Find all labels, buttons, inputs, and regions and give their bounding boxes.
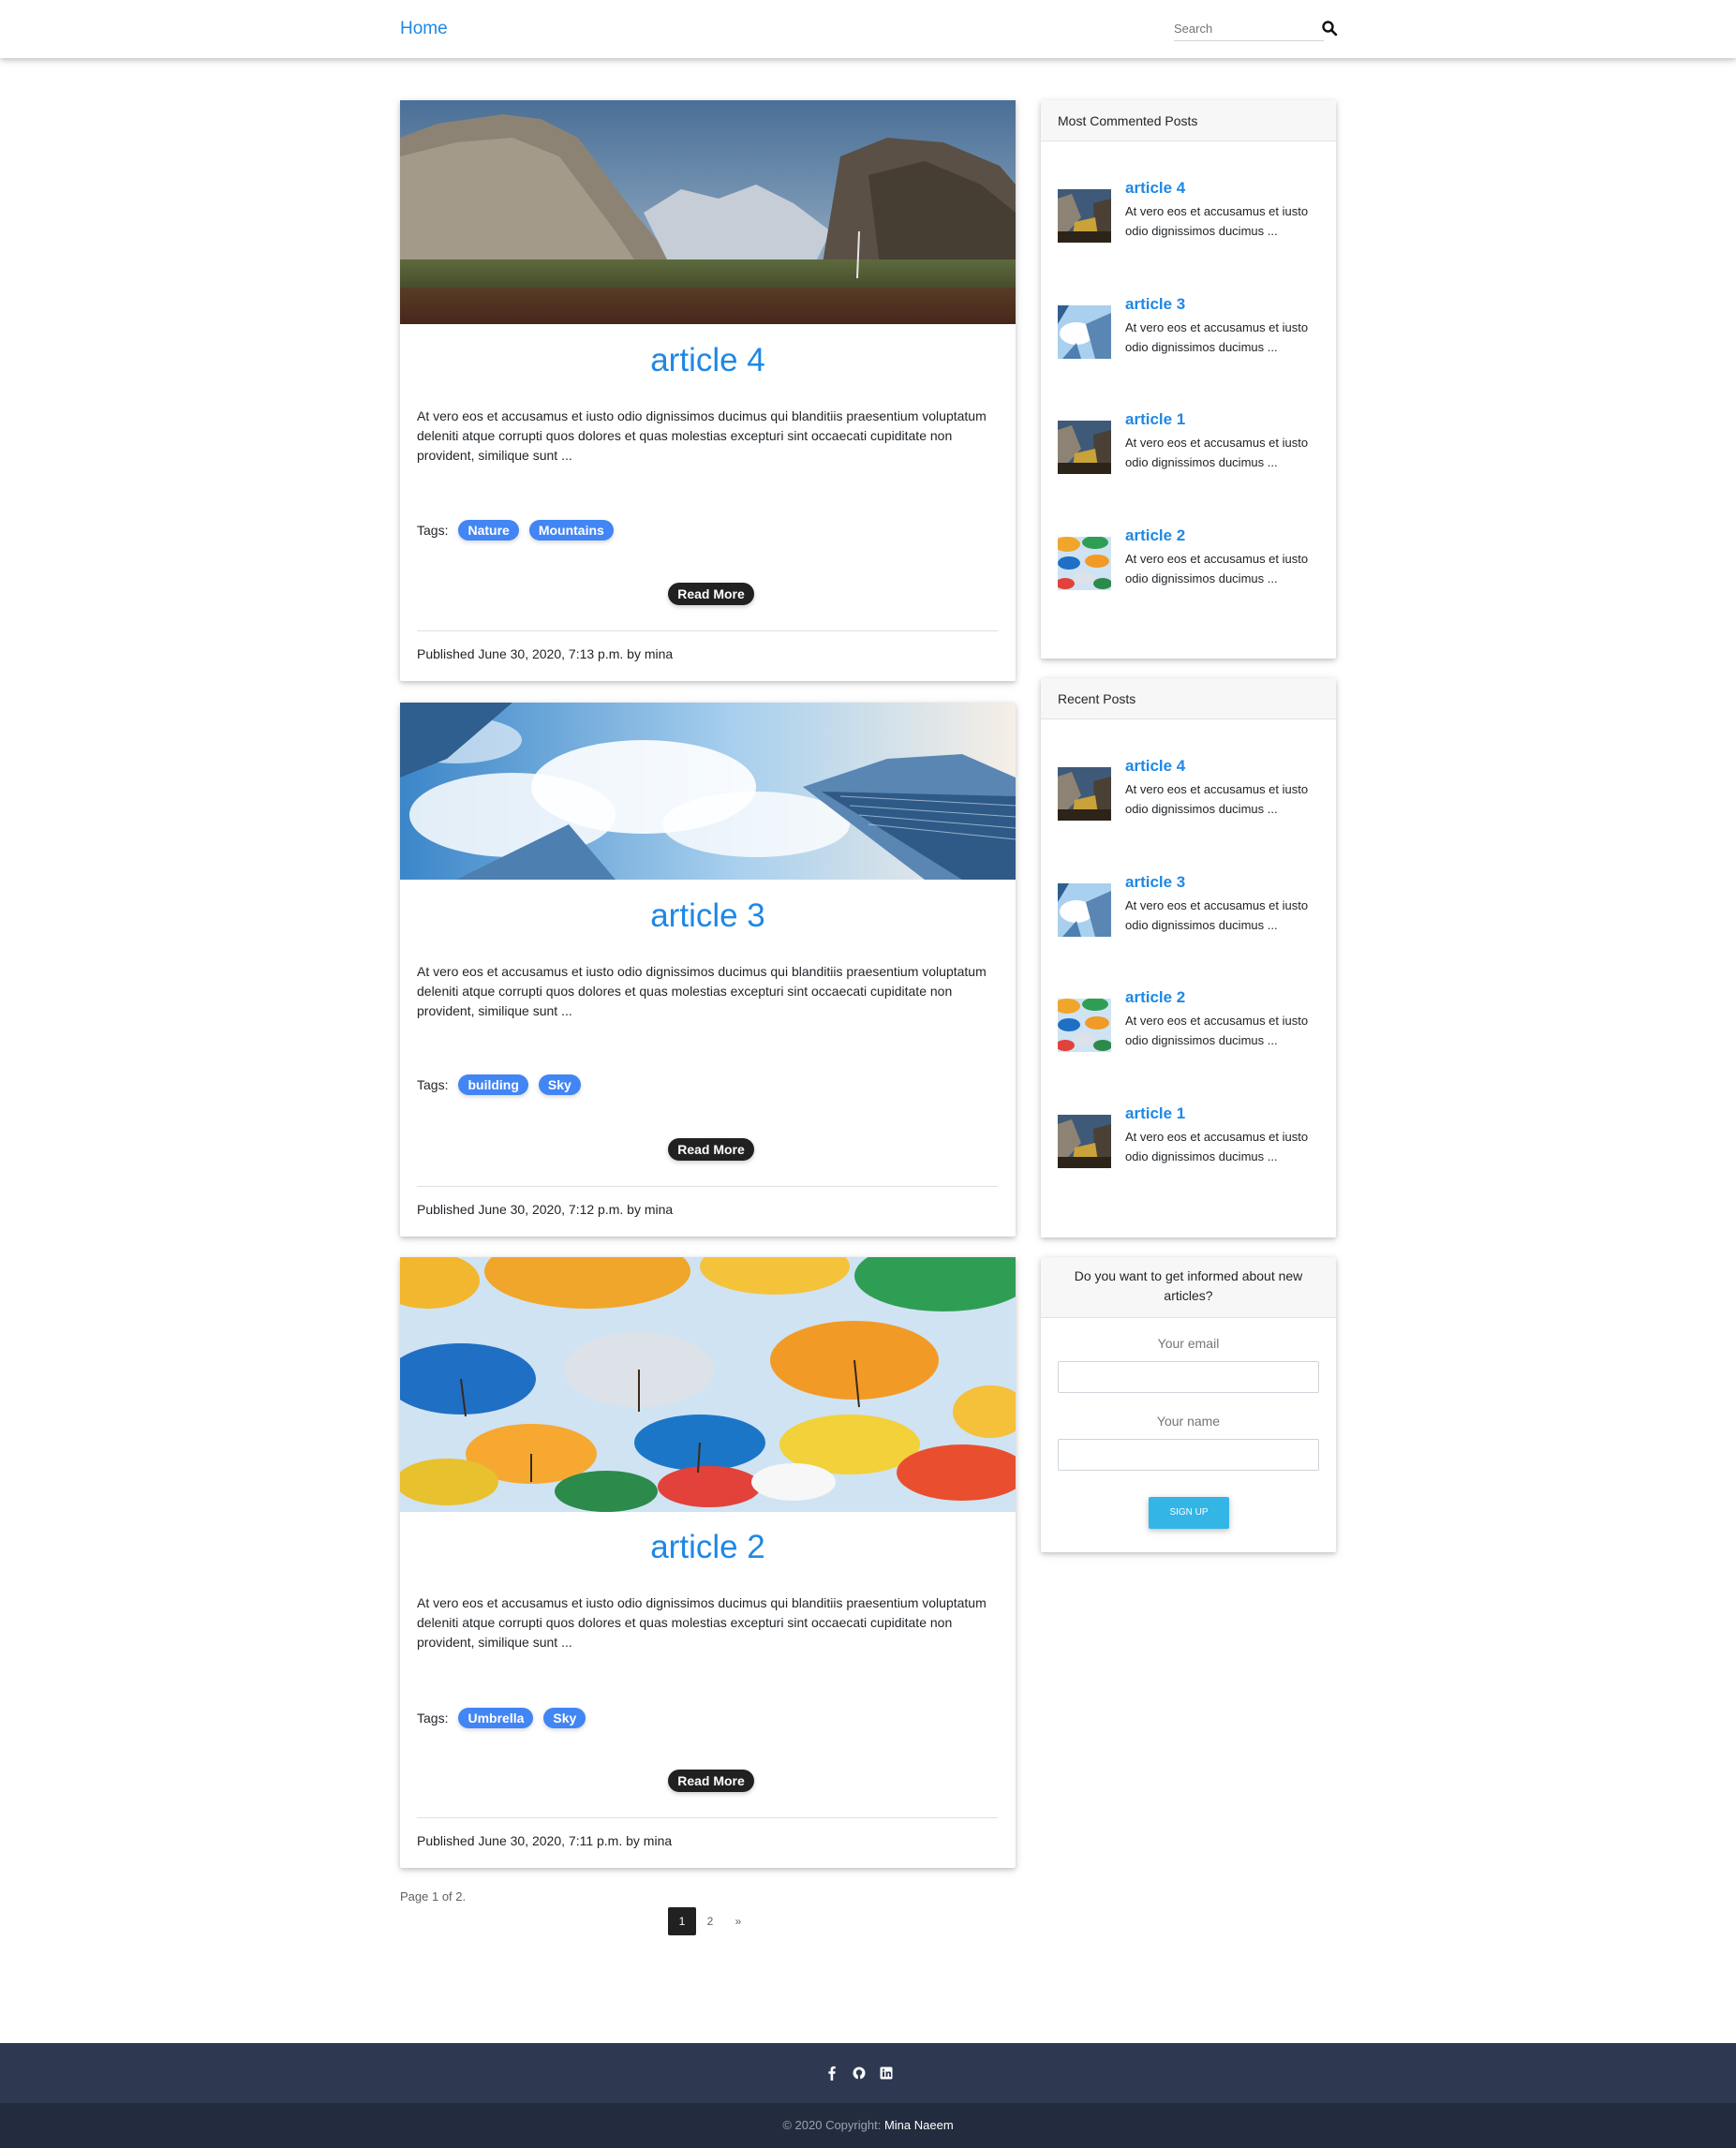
recent-posts-widget: Recent Posts article 4 At vero eos et ac… — [1041, 678, 1336, 1237]
side-post-thumbnail[interactable] — [1058, 305, 1111, 359]
side-post-item: article 1 At vero eos et accusamus et iu… — [1058, 1104, 1325, 1198]
side-post-item: article 4 At vero eos et accusamus et iu… — [1058, 757, 1325, 851]
side-post-title[interactable]: article 1 — [1125, 1104, 1185, 1123]
side-post-item: article 4 At vero eos et accusamus et iu… — [1058, 179, 1325, 273]
widget-title: Recent Posts — [1041, 678, 1336, 719]
newsletter-widget: Do you want to get informed about new ar… — [1041, 1257, 1336, 1552]
pagination: 1 2 » — [668, 1907, 752, 1935]
side-post-thumbnail[interactable] — [1058, 189, 1111, 243]
article-image-umbrellas[interactable] — [400, 1257, 1016, 1512]
article-published: Published June 30, 2020, 7:13 p.m. by mi… — [417, 646, 674, 661]
side-post-thumbnail[interactable] — [1058, 999, 1111, 1052]
page-info: Page 1 of 2. — [400, 1889, 467, 1904]
page-link[interactable]: 2 — [696, 1907, 724, 1935]
tag-badge[interactable]: Nature — [458, 520, 519, 541]
card-divider — [417, 630, 998, 631]
read-more-button[interactable]: Read More — [668, 1138, 754, 1161]
tag-badge[interactable]: Sky — [543, 1708, 586, 1728]
linkedin-icon[interactable] — [879, 2066, 894, 2081]
article-image-building[interactable] — [400, 703, 1016, 880]
widget-title: Most Commented Posts — [1041, 100, 1336, 141]
article-card: article 3 At vero eos et accusamus et iu… — [400, 703, 1016, 1237]
article-excerpt: At vero eos et accusamus et iusto odio d… — [417, 1595, 987, 1650]
name-field[interactable] — [1058, 1439, 1319, 1471]
side-post-thumbnail[interactable] — [1058, 767, 1111, 821]
search-icon[interactable] — [1321, 20, 1338, 37]
top-navbar: Home — [0, 0, 1736, 58]
side-post-title[interactable]: article 3 — [1125, 295, 1185, 314]
card-divider — [417, 1186, 998, 1187]
side-post-text: At vero eos et accusamus et iusto odio d… — [1125, 436, 1309, 469]
tag-badge[interactable]: Sky — [538, 1074, 581, 1095]
side-post-item: article 1 At vero eos et accusamus et iu… — [1058, 410, 1325, 504]
article-tags: Tags: building Sky — [417, 1074, 591, 1095]
side-post-item: article 3 At vero eos et accusamus et iu… — [1058, 873, 1325, 967]
tags-label: Tags: — [417, 1711, 449, 1726]
side-post-text: At vero eos et accusamus et iusto odio d… — [1125, 898, 1309, 932]
nav-home-link[interactable]: Home — [400, 19, 448, 39]
search-input[interactable] — [1174, 16, 1324, 40]
side-post-title[interactable]: article 2 — [1125, 526, 1185, 545]
most-commented-widget: Most Commented Posts article 4 At vero e… — [1041, 100, 1336, 659]
article-excerpt: At vero eos et accusamus et iusto odio d… — [417, 408, 987, 463]
article-card: article 2 At vero eos et accusamus et iu… — [400, 1257, 1016, 1868]
article-tags: Tags: Nature Mountains — [417, 520, 624, 541]
footer-copyright: © 2020 Copyright: Mina Naeem — [0, 2103, 1736, 2148]
name-label: Your name — [1156, 1414, 1221, 1429]
search-field — [1174, 16, 1324, 41]
copyright-text: © 2020 Copyright: — [782, 2118, 882, 2132]
article-published: Published June 30, 2020, 7:11 p.m. by mi… — [417, 1833, 673, 1848]
side-post-thumbnail[interactable] — [1058, 1115, 1111, 1168]
tags-label: Tags: — [417, 523, 449, 538]
card-divider — [417, 1817, 998, 1818]
copyright-owner-link[interactable]: Mina Naeem — [884, 2118, 954, 2132]
article-title[interactable]: article 3 — [400, 897, 1016, 935]
side-post-thumbnail[interactable] — [1058, 883, 1111, 937]
page-next-link[interactable]: » — [724, 1907, 752, 1935]
side-post-text: At vero eos et accusamus et iusto odio d… — [1125, 1014, 1309, 1047]
article-tags: Tags: Umbrella Sky — [417, 1708, 596, 1728]
side-post-title[interactable]: article 3 — [1125, 873, 1185, 892]
tag-badge[interactable]: Umbrella — [458, 1708, 534, 1728]
github-icon[interactable] — [852, 2066, 867, 2081]
email-field[interactable] — [1058, 1361, 1319, 1393]
tags-label: Tags: — [417, 1077, 449, 1092]
side-post-thumbnail[interactable] — [1058, 537, 1111, 590]
article-published: Published June 30, 2020, 7:12 p.m. by mi… — [417, 1202, 674, 1217]
tag-badge[interactable]: building — [458, 1074, 528, 1095]
side-post-item: article 3 At vero eos et accusamus et iu… — [1058, 295, 1325, 389]
side-post-text: At vero eos et accusamus et iusto odio d… — [1125, 782, 1309, 816]
social-links — [824, 2066, 894, 2081]
side-post-item: article 2 At vero eos et accusamus et iu… — [1058, 526, 1325, 620]
article-title[interactable]: article 4 — [400, 342, 1016, 379]
email-label: Your email — [1157, 1336, 1220, 1351]
footer-social-bar — [0, 2043, 1736, 2103]
side-post-title[interactable]: article 4 — [1125, 757, 1185, 776]
article-image-mountains[interactable] — [400, 100, 1016, 324]
side-post-thumbnail[interactable] — [1058, 421, 1111, 474]
read-more-button[interactable]: Read More — [668, 1770, 754, 1792]
side-post-text: At vero eos et accusamus et iusto odio d… — [1125, 1130, 1309, 1163]
side-post-text: At vero eos et accusamus et iusto odio d… — [1125, 320, 1309, 354]
tag-badge[interactable]: Mountains — [528, 520, 614, 541]
side-post-text: At vero eos et accusamus et iusto odio d… — [1125, 204, 1309, 238]
side-post-title[interactable]: article 2 — [1125, 988, 1185, 1007]
side-post-title[interactable]: article 4 — [1125, 179, 1185, 198]
facebook-icon[interactable] — [824, 2066, 839, 2081]
article-card: article 4 At vero eos et accusamus et iu… — [400, 100, 1016, 681]
newsletter-title: Do you want to get informed about new ar… — [1041, 1257, 1336, 1318]
side-post-text: At vero eos et accusamus et iusto odio d… — [1125, 552, 1309, 585]
page-link-current[interactable]: 1 — [668, 1907, 696, 1935]
read-more-button[interactable]: Read More — [668, 583, 754, 605]
sign-up-button[interactable]: SIGN UP — [1149, 1497, 1229, 1529]
side-post-item: article 2 At vero eos et accusamus et iu… — [1058, 988, 1325, 1082]
article-title[interactable]: article 2 — [400, 1529, 1016, 1566]
side-post-title[interactable]: article 1 — [1125, 410, 1185, 429]
article-excerpt: At vero eos et accusamus et iusto odio d… — [417, 964, 987, 1018]
